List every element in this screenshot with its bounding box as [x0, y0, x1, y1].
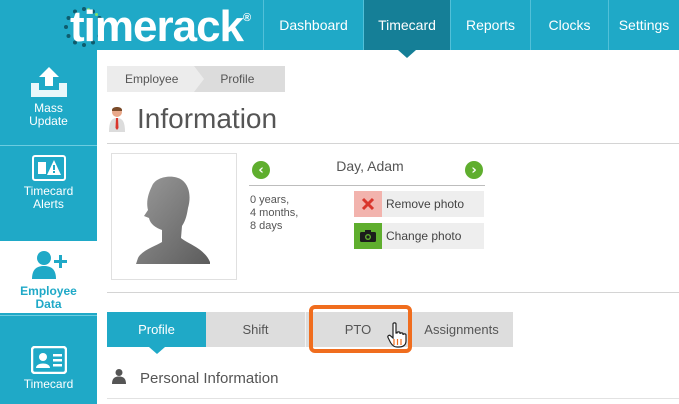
hand-pointer-cursor-icon: [387, 322, 407, 348]
breadcrumb-profile[interactable]: Profile: [194, 66, 286, 92]
sidebar-item-label: Alerts: [33, 197, 64, 211]
breadcrumb: Employee Profile: [107, 66, 286, 92]
tenure-years: 0 years,: [250, 194, 290, 206]
nav-reports[interactable]: Reports: [450, 0, 530, 50]
personal-information-heading: Personal Information: [140, 370, 279, 387]
sidebar-item-employee-data[interactable]: Employee Data: [0, 241, 97, 313]
nav-clocks[interactable]: Clocks: [530, 0, 608, 50]
nav-timecard[interactable]: Timecard: [363, 0, 450, 58]
employee-person-icon: [109, 107, 125, 132]
remove-photo-button[interactable]: Remove photo: [354, 191, 484, 217]
camera-icon: [354, 223, 382, 249]
sidebar-item-label: Data: [35, 297, 62, 311]
tab-assignments[interactable]: Assignments: [410, 312, 513, 347]
sidebar-item-label: Update: [29, 114, 68, 128]
tab-shift[interactable]: Shift: [206, 312, 306, 347]
nav-dashboard[interactable]: Dashboard: [263, 0, 363, 50]
profile-tabs: Profile Shift PTO Assignments: [107, 312, 513, 354]
tenure-days: 8 days: [250, 220, 283, 232]
personal-info-divider: [107, 398, 679, 399]
tenure-months: 4 months,: [250, 207, 299, 219]
nav-settings[interactable]: Settings: [608, 0, 679, 50]
sidebar: Mass Update Timecard Alerts Employee Dat…: [0, 50, 97, 404]
id-card-icon: [30, 346, 67, 374]
change-photo-label: Change photo: [386, 229, 462, 243]
person-icon: [112, 369, 126, 384]
sidebar-item-timecard-alerts[interactable]: Timecard Alerts: [0, 155, 97, 211]
add-person-icon: [31, 251, 67, 279]
tab-profile[interactable]: Profile: [107, 312, 206, 354]
page-title: Information: [137, 103, 278, 134]
remove-photo-label: Remove photo: [386, 197, 465, 211]
previous-employee-button[interactable]: ‹: [252, 161, 270, 179]
sidebar-divider: [0, 315, 97, 316]
next-employee-button[interactable]: ›: [465, 161, 483, 179]
section-divider: [107, 292, 679, 293]
employee-photo: [111, 153, 237, 280]
sidebar-item-timecard[interactable]: Timecard: [0, 346, 97, 391]
employee-tenure: 0 years, 4 months, 8 days: [250, 194, 298, 233]
breadcrumb-employee[interactable]: Employee: [107, 66, 205, 92]
sidebar-item-label: Timecard: [23, 377, 74, 391]
remove-x-icon: [354, 191, 382, 217]
sidebar-item-mass-update[interactable]: Mass Update: [0, 66, 97, 128]
top-header: timerack® Dashboard Timecard Reports Clo…: [0, 0, 679, 58]
logo-text: timerack®: [70, 2, 251, 51]
employee-name: Day, Adam: [336, 158, 404, 174]
logo[interactable]: timerack®: [0, 0, 263, 51]
change-photo-button[interactable]: Change photo: [354, 223, 484, 249]
main-nav: Dashboard Timecard Reports Clocks Settin…: [263, 0, 679, 58]
upload-tray-icon: [30, 67, 67, 97]
name-divider: [249, 185, 485, 186]
alert-card-icon: [31, 155, 66, 181]
sidebar-divider: [0, 145, 97, 146]
avatar-silhouette-icon: [136, 176, 210, 264]
title-divider: [107, 143, 679, 144]
